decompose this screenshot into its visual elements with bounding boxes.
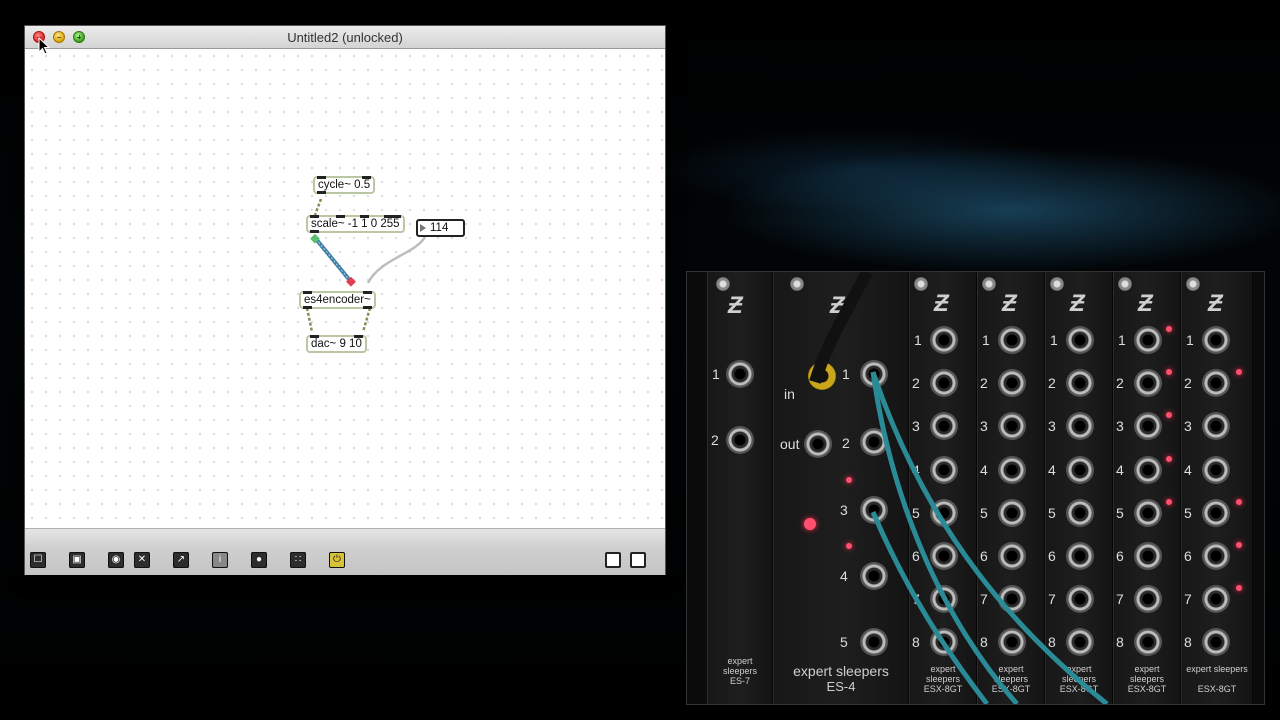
scale-object-text: scale~ -1 1 0 255 xyxy=(311,218,400,230)
cycle-object-text: cycle~ 0.5 xyxy=(318,179,371,191)
number-box[interactable]: 114 xyxy=(416,219,465,237)
audio-on-icon[interactable]: ⏻ xyxy=(329,552,345,568)
dac-object-text: dac~ 9 10 xyxy=(311,338,362,350)
number-box-value: 114 xyxy=(430,222,449,234)
palette-icon[interactable]: ◉ xyxy=(108,552,124,568)
patchcord-encoder-dac-left xyxy=(305,307,314,333)
hardware-photo: Ƶ 1 2 expert sleepers ES-7 Ƶ in out 1 2 … xyxy=(687,272,1264,704)
patcher-toolbar: ☐ ▣ ◉ ✕ ↗ i ● ∷ ⏻ xyxy=(25,528,665,575)
es4encoder-object[interactable]: es4encoder~ xyxy=(299,291,376,309)
mouse-cursor-icon xyxy=(38,37,50,55)
scale-object[interactable]: scale~ -1 1 0 255 xyxy=(306,215,405,233)
patch-canvas[interactable]: cycle~ 0.5 scale~ -1 1 0 255 114 es4enco… xyxy=(25,49,665,528)
patchcord-cycle-scale xyxy=(313,198,323,216)
inspector-icon[interactable]: i xyxy=(212,552,228,568)
dac-object[interactable]: dac~ 9 10 xyxy=(306,335,367,353)
presentation-icon[interactable]: ↗ xyxy=(173,552,189,568)
patch-cables xyxy=(809,272,1109,704)
window-title: Untitled2 (unlocked) xyxy=(287,30,403,45)
es4encoder-object-text: es4encoder~ xyxy=(304,294,371,306)
left-pane-icon[interactable] xyxy=(605,552,621,568)
close-x-icon[interactable]: ✕ xyxy=(134,552,150,568)
cycle-object[interactable]: cycle~ 0.5 xyxy=(313,176,376,194)
patch-cords xyxy=(305,198,427,333)
grid-icon[interactable]: ∷ xyxy=(290,552,306,568)
patchcord-encoder-dac-right xyxy=(361,307,372,333)
lock-icon[interactable]: ☐ xyxy=(30,552,46,568)
title-bar[interactable]: Untitled2 (unlocked) xyxy=(25,26,665,49)
patcher-window: Untitled2 (unlocked) cycle~ 0.5 scale~ -… xyxy=(25,26,665,575)
patchcord-number-encoder xyxy=(366,236,427,284)
new-object-icon[interactable]: ▣ xyxy=(69,552,85,568)
right-pane-icon[interactable] xyxy=(630,552,646,568)
number-triangle-icon xyxy=(420,224,426,232)
toggle-icon[interactable]: ● xyxy=(251,552,267,568)
